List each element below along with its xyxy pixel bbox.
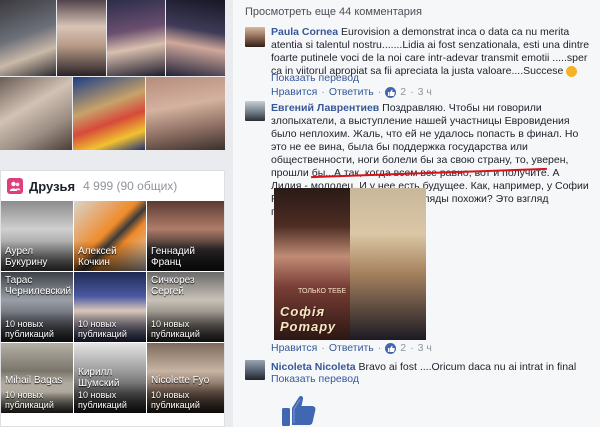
friend-tile[interactable]: Тарас Чернилевский 10 новых публикаций [1, 272, 73, 342]
avatar[interactable] [245, 27, 265, 47]
separator-dot: · [410, 342, 414, 354]
comment-author[interactable]: Евгений Лаврентиев [271, 102, 379, 114]
friend-name[interactable]: Алексей Кочкин [78, 246, 144, 268]
friend-updates: 10 новых публикаций [78, 390, 127, 410]
separator-dot: · [410, 86, 414, 98]
friend-updates: 10 новых публикаций [5, 319, 54, 339]
friend-updates: 10 новых публикаций [151, 319, 200, 339]
separator-dot: · [377, 86, 382, 98]
photo-4[interactable] [166, 0, 225, 76]
avatar[interactable] [245, 101, 265, 121]
friend-tile[interactable]: Геннадий Франц [147, 201, 224, 271]
left-column: Друзья 4 999 (90 общих) Аурел Букурину А… [0, 0, 225, 427]
show-translation-link[interactable]: Показать перевод [271, 72, 359, 84]
like-badge-icon [385, 86, 397, 98]
photo-7[interactable] [146, 77, 225, 150]
comments-panel: Просмотреть еще 44 комментария Paula Cor… [233, 0, 600, 427]
friend-tile[interactable]: Аурел Букурину [1, 201, 73, 271]
friend-name[interactable]: Nicolette Fyo [151, 375, 222, 386]
photo-6[interactable] [73, 77, 145, 150]
comment-body: Bravo ai fost ....Oricum daca nu ai intr… [355, 361, 577, 373]
friend-tile[interactable]: Кирилл Шумский 10 новых публикаций [74, 343, 146, 413]
comment-time[interactable]: 3 ч [418, 342, 432, 354]
friend-name[interactable]: Сичкорез Сергей [151, 275, 222, 297]
friend-name[interactable]: Аурел Букурину [5, 246, 71, 268]
friend-tile[interactable]: Mihail Bagas 10 новых публикаций [1, 343, 73, 413]
friends-card: Друзья 4 999 (90 общих) Аурел Букурину А… [0, 170, 225, 427]
friend-tile[interactable]: 10 новых публикаций [74, 272, 146, 342]
friend-name[interactable]: Кирилл Шумский [78, 367, 144, 389]
image-caption: Софія Ротару [280, 304, 337, 334]
comment-time[interactable]: 3 ч [418, 86, 432, 98]
separator-dot: · [321, 86, 325, 98]
friends-count: 4 999 (90 общих) [83, 179, 178, 193]
view-more-comments-link[interactable]: Просмотреть еще 44 комментария [245, 6, 422, 18]
comment-author[interactable]: Nicoleta Nicoleta [271, 361, 356, 373]
reply-link[interactable]: Ответить [329, 342, 374, 354]
separator-dot: · [377, 342, 382, 354]
comment-actions: Нравится · Ответить · 2 · 3 ч [271, 86, 432, 98]
show-translation-link[interactable]: Показать перевод [271, 373, 359, 385]
thumbs-up-icon [282, 395, 316, 426]
friend-updates: 10 новых публикаций [151, 390, 200, 410]
like-badge-icon [385, 342, 397, 354]
comment-actions: Нравится · Ответить · 2 · 3 ч [271, 342, 432, 354]
separator [0, 150, 225, 170]
photo-2[interactable] [57, 0, 106, 76]
comment-author[interactable]: Paula Cornea [271, 26, 338, 38]
friend-updates: 10 новых публикаций [78, 319, 127, 339]
emoji-icon [566, 65, 578, 77]
comment-image[interactable]: ТОЛЬКО ТЕБЕ Софія Ротару [274, 188, 426, 340]
photo-5[interactable] [0, 77, 72, 150]
friend-tile[interactable]: Nicolette Fyo 10 новых публикаций [147, 343, 224, 413]
comment: Nicoleta Nicoleta Bravo ai fost ....Oric… [245, 360, 594, 390]
separator-dot: · [321, 342, 325, 354]
like-link[interactable]: Нравится [271, 342, 317, 354]
like-count[interactable]: 2 [400, 86, 406, 98]
friend-name[interactable]: Тарас Чернилевский [5, 275, 71, 297]
friend-name[interactable]: Геннадий Франц [151, 246, 222, 268]
reply-link[interactable]: Ответить [329, 86, 374, 98]
friends-icon [7, 178, 23, 194]
friend-updates: 10 новых публикаций [5, 390, 54, 410]
like-link[interactable]: Нравится [271, 86, 317, 98]
image-caption-small: ТОЛЬКО ТЕБЕ [298, 288, 347, 295]
like-count[interactable]: 2 [400, 342, 406, 354]
page: Друзья 4 999 (90 общих) Аурел Букурину А… [0, 0, 600, 427]
friends-title[interactable]: Друзья [29, 179, 75, 194]
image-left-panel: ТОЛЬКО ТЕБЕ Софія Ротару [274, 188, 350, 340]
avatar[interactable] [245, 360, 265, 380]
photo-1[interactable] [0, 0, 56, 76]
friends-header: Друзья 4 999 (90 общих) [7, 177, 177, 195]
friend-name[interactable]: Mihail Bagas [5, 375, 71, 386]
photo-3[interactable] [107, 0, 165, 76]
friend-tile[interactable]: Алексей Кочкин [74, 201, 146, 271]
comment-text: Paula Cornea Eurovision a demonstrat inc… [271, 26, 590, 78]
image-right-panel [350, 188, 426, 340]
friend-tile[interactable]: Сичкорез Сергей 10 новых публикаций [147, 272, 224, 342]
thumbs-up-sticker[interactable] [281, 394, 317, 427]
